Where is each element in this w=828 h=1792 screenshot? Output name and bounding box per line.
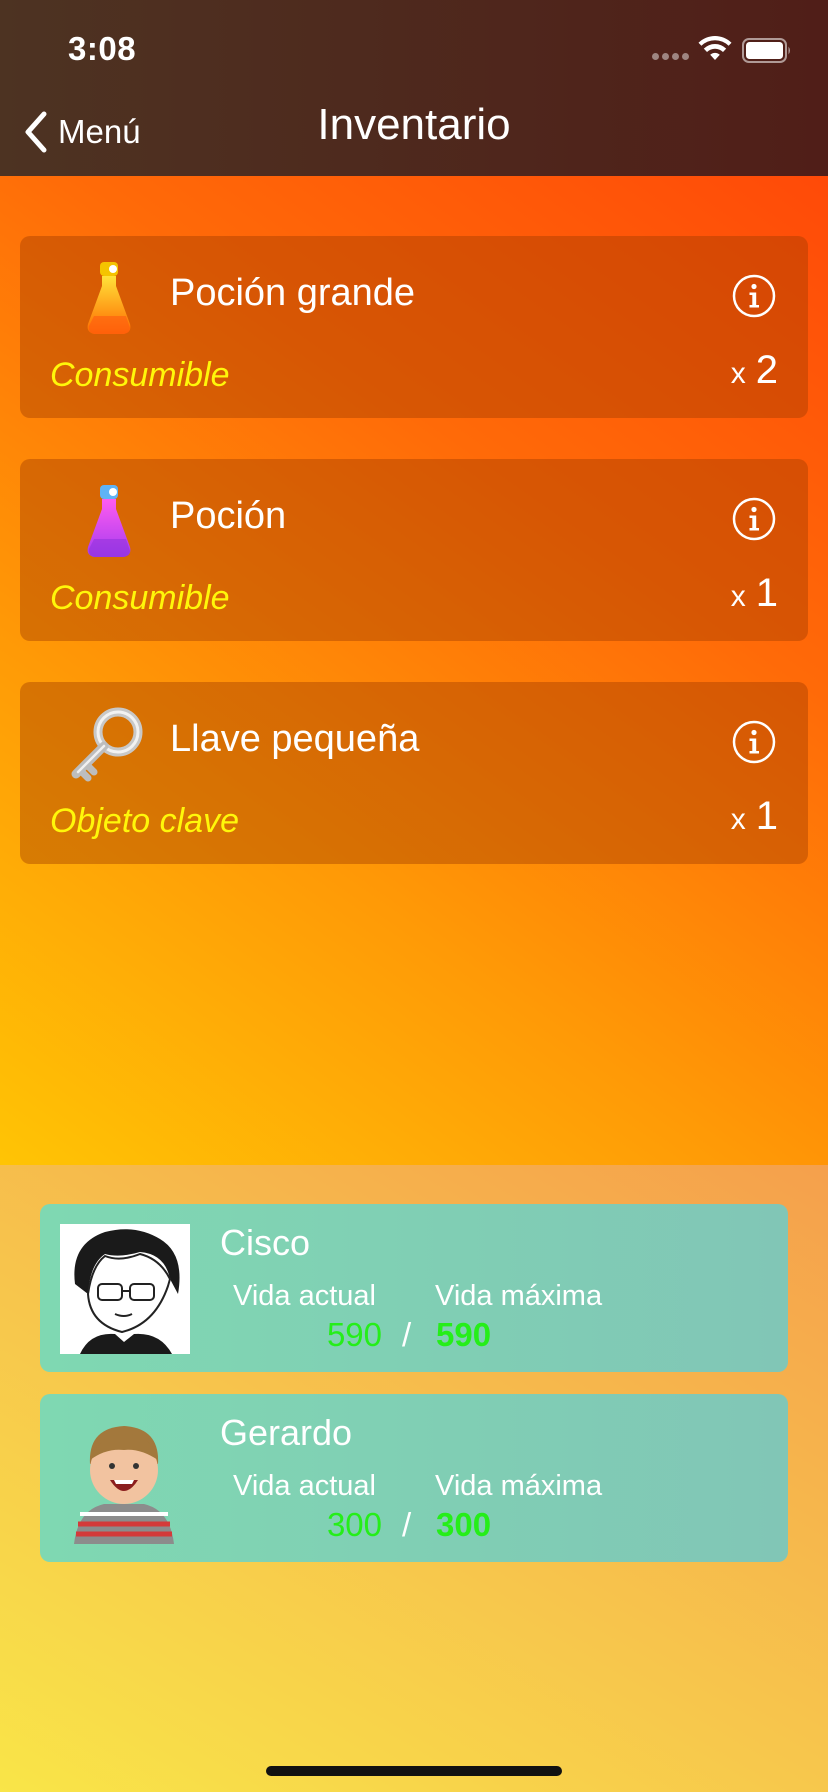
party-member-card[interactable]: Cisco Vida actual Vida máxima 590 / 590 (40, 1204, 788, 1372)
current-hp-value: 590 (326, 1316, 382, 1353)
battery-icon (742, 38, 790, 63)
small-key-icon (71, 707, 143, 782)
max-hp-value: 300 (436, 1506, 492, 1543)
home-indicator[interactable] (266, 1766, 562, 1776)
item-category: Consumible (50, 356, 230, 394)
item-category: Objeto clave (50, 802, 239, 840)
max-hp-label: Vida máxima (435, 1470, 603, 1502)
info-icon[interactable] (732, 497, 776, 541)
member-name: Cisco (220, 1222, 311, 1263)
avatar (60, 1224, 190, 1354)
inventory-item[interactable]: Llave pequeña Objeto clave x1 (20, 682, 808, 864)
potion-icon (87, 485, 131, 557)
info-icon[interactable] (732, 720, 776, 764)
hp-separator: / (402, 1506, 412, 1543)
navigation-bar: 3:08 Menú Inventario (0, 0, 828, 176)
item-name: Llave pequeña (170, 718, 420, 760)
avatar (74, 1426, 174, 1544)
max-hp-value: 590 (436, 1316, 492, 1353)
item-quantity: x1 (730, 794, 778, 838)
current-hp-label: Vida actual (233, 1470, 376, 1502)
item-name: Poción (170, 495, 287, 537)
cellular-signal-icon (652, 53, 689, 60)
member-name: Gerardo (220, 1412, 353, 1453)
wifi-icon (698, 36, 732, 60)
info-icon[interactable] (732, 274, 776, 318)
current-hp-value: 300 (326, 1506, 382, 1543)
current-hp-label: Vida actual (233, 1280, 376, 1312)
inventory-item[interactable]: Poción grande Consumible x2 (20, 236, 808, 418)
status-time: 3:08 (68, 30, 137, 67)
hp-separator: / (402, 1316, 412, 1353)
page-title: Inventario (317, 100, 511, 149)
item-name: Poción grande (170, 272, 416, 314)
large-potion-icon (87, 262, 131, 334)
item-category: Consumible (50, 579, 230, 617)
item-quantity: x2 (730, 348, 778, 392)
inventory-item[interactable]: Poción Consumible x1 (20, 459, 808, 641)
party-member-card[interactable]: Gerardo Vida actual Vida máxima 300 / 30… (40, 1394, 788, 1562)
max-hp-label: Vida máxima (435, 1280, 603, 1312)
item-quantity: x1 (730, 571, 778, 615)
